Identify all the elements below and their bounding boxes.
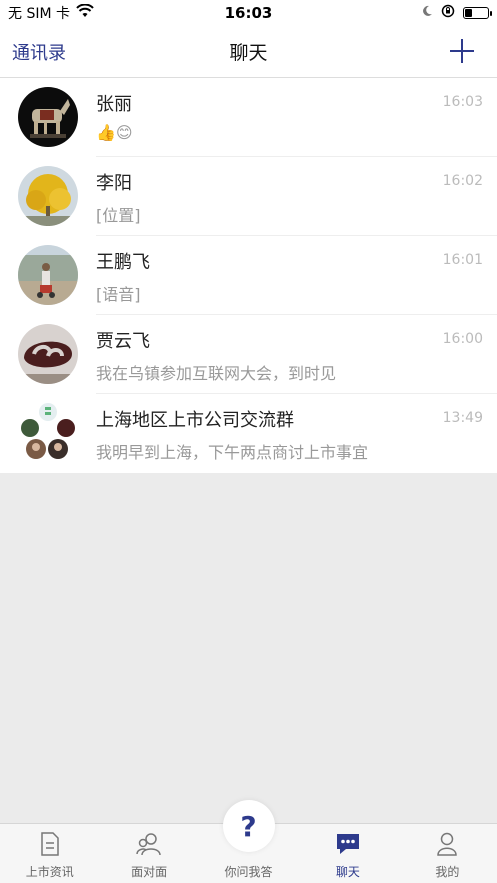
chat-time: 16:03 <box>442 94 483 110</box>
chat-time: 13:49 <box>442 410 483 426</box>
tab-label: 聊天 <box>335 865 360 879</box>
chat-item-liyang[interactable]: 李阳 16:02 [位置] <box>0 157 497 236</box>
tab-face-to-face[interactable]: 面对面 <box>99 824 198 883</box>
avatar-person-outdoors <box>18 245 78 305</box>
status-right <box>421 4 492 22</box>
plus-icon[interactable] <box>449 38 475 64</box>
tab-bar: 上市资讯 面对面 ? 你问我答 聊天 我的 <box>0 800 497 883</box>
avatar-horse-statue <box>18 87 78 147</box>
tab-label: 上市资讯 <box>25 865 74 879</box>
people-icon <box>136 831 162 857</box>
battery-icon <box>463 7 492 19</box>
chat-preview: 我明早到上海，下午两点商讨上市事宜 <box>96 443 369 462</box>
chat-time: 16:00 <box>442 331 483 347</box>
moon-icon <box>421 5 433 21</box>
chat-name: 李阳 <box>96 173 132 194</box>
wifi-icon <box>76 3 94 22</box>
avatar-sculpture <box>18 324 78 384</box>
nav-bar: 通讯录 聊天 <box>0 26 497 78</box>
contacts-button[interactable]: 通讯录 <box>12 39 66 65</box>
question-icon[interactable]: ? <box>222 800 275 852</box>
chat-time: 16:01 <box>442 252 483 268</box>
status-bar: 无 SIM 卡 16:03 <box>0 0 497 26</box>
chat-preview: [位置] <box>96 206 141 225</box>
tab-qa[interactable]: ? 你问我答 <box>199 800 298 883</box>
tab-label: 我的 <box>435 865 460 879</box>
chat-preview: 👍😊 <box>96 123 133 142</box>
chat-item-zhangli[interactable]: 张丽 16:03 👍😊 <box>0 78 497 157</box>
user-icon <box>434 831 460 857</box>
tab-chat[interactable]: 聊天 <box>298 824 397 883</box>
avatar-ginkgo-tree <box>18 166 78 226</box>
chat-item-group[interactable]: 上海地区上市公司交流群 13:49 我明早到上海，下午两点商讨上市事宜 <box>0 394 497 473</box>
chat-item-jiayunfei[interactable]: 贾云飞 16:00 我在乌镇参加互联网大会，到时见 <box>0 315 497 394</box>
chat-name: 贾云飞 <box>96 331 150 352</box>
chat-time: 16:02 <box>442 173 483 189</box>
tab-news[interactable]: 上市资讯 <box>0 824 99 883</box>
battery-level <box>465 9 472 17</box>
tab-me[interactable]: 我的 <box>398 824 497 883</box>
chat-name: 上海地区上市公司交流群 <box>96 410 294 431</box>
page-title: 聊天 <box>229 42 268 64</box>
chat-name: 王鹏飞 <box>96 252 150 273</box>
chat-item-wangpengfei[interactable]: 王鹏飞 16:01 [语音] <box>0 236 497 315</box>
status-left: 无 SIM 卡 <box>8 3 94 23</box>
chat-preview: 我在乌镇参加互联网大会，到时见 <box>96 364 337 383</box>
tab-label: 你问我答 <box>224 865 273 879</box>
chat-preview: [语音] <box>96 285 141 304</box>
document-icon <box>37 831 63 857</box>
avatar-group-collage <box>18 403 78 463</box>
rotation-lock-icon <box>441 4 455 22</box>
chat-bubble-icon <box>335 831 361 857</box>
carrier-label: 无 SIM 卡 <box>8 6 70 22</box>
chat-name: 张丽 <box>96 94 132 115</box>
tab-label: 面对面 <box>131 865 168 879</box>
chat-list: 张丽 16:03 👍😊 李阳 16:02 [位置] 王鹏飞 16:01 [语音]… <box>0 78 497 473</box>
